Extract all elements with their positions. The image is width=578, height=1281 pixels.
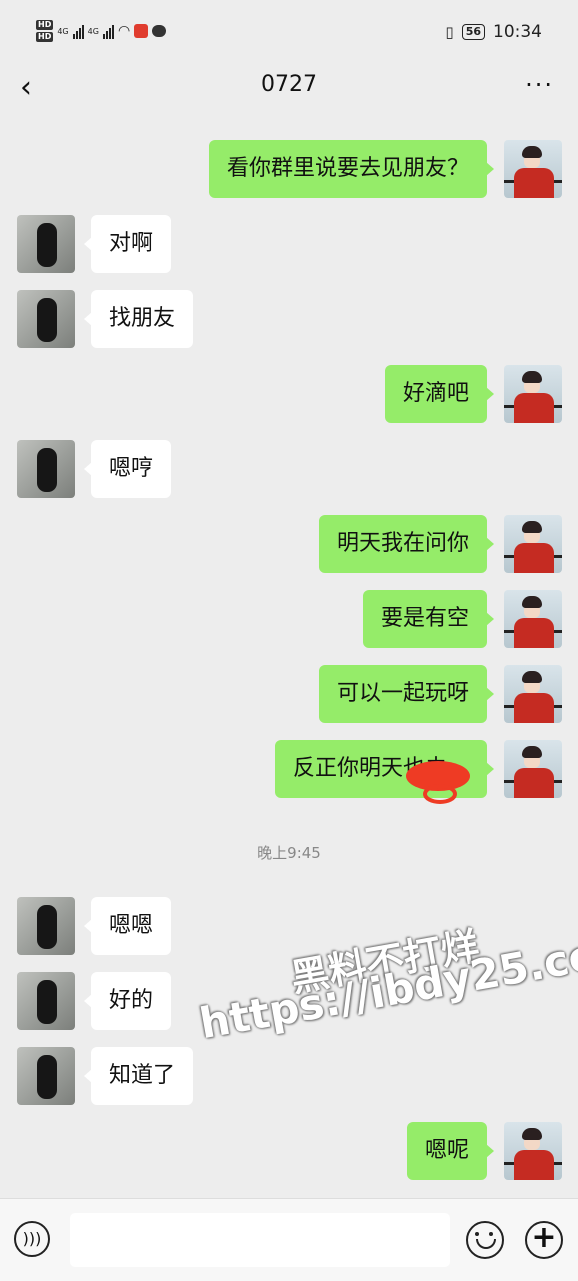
message-bubble[interactable]: 对啊: [83, 215, 172, 273]
message-row: 对啊: [0, 215, 578, 273]
message-row: 好滴吧: [0, 365, 578, 423]
avatar[interactable]: [504, 1122, 562, 1180]
message-bubble[interactable]: 好滴吧: [384, 365, 495, 423]
network-type: 4G: [87, 26, 99, 36]
vibrate-icon: ▯: [445, 23, 454, 41]
message-row: 可以一起玩呀: [0, 665, 578, 723]
clock: 10:34: [493, 22, 542, 42]
message-row: 嗯哼: [0, 440, 578, 498]
input-bar: ))) +: [0, 1198, 578, 1281]
message-row: 看你群里说要去见朋友？: [0, 140, 578, 198]
message-row: 嗯呢: [0, 1122, 578, 1180]
avatar[interactable]: [17, 215, 75, 273]
message-bubble[interactable]: 找朋友: [83, 290, 194, 348]
message-bubble[interactable]: 好的: [83, 972, 172, 1030]
avatar[interactable]: [17, 897, 75, 955]
avatar[interactable]: [504, 740, 562, 798]
message-row: 反正你明天也去: [0, 740, 578, 798]
avatar[interactable]: [17, 440, 75, 498]
message-bubble[interactable]: 嗯哼: [83, 440, 172, 498]
status-bar: HD HD 4G 4G ◠ ▯ 56 10:34: [0, 0, 578, 60]
avatar[interactable]: [17, 1047, 75, 1105]
message-bubble[interactable]: 知道了: [83, 1047, 194, 1105]
avatar[interactable]: [504, 140, 562, 198]
more-options-icon[interactable]: ···: [525, 70, 554, 100]
signal-icon: [72, 23, 84, 39]
avatar[interactable]: [504, 515, 562, 573]
message-bubble[interactable]: 可以一起玩呀: [318, 665, 495, 723]
message-row: 知道了: [0, 1047, 578, 1105]
network-type: 4G: [57, 26, 69, 36]
message-bubble[interactable]: 要是有空: [362, 590, 495, 648]
emoji-icon[interactable]: [466, 1221, 504, 1259]
message-bubble[interactable]: 看你群里说要去见朋友？: [208, 140, 495, 198]
avatar[interactable]: [17, 290, 75, 348]
message-row: 要是有空: [0, 590, 578, 648]
hd-badge: HD: [36, 32, 54, 42]
message-bubble[interactable]: 嗯呢: [406, 1122, 495, 1180]
plus-icon[interactable]: +: [525, 1221, 563, 1259]
voice-input-icon[interactable]: ))): [14, 1221, 50, 1257]
app-notification-icon: [134, 24, 149, 38]
hd-badge: HD: [36, 20, 54, 30]
message-timestamp: 晚上9:45: [257, 844, 321, 862]
message-row: 找朋友: [0, 290, 578, 348]
status-icons-right: ▯ 56 10:34: [445, 22, 542, 42]
avatar[interactable]: [504, 665, 562, 723]
avatar[interactable]: [504, 590, 562, 648]
wifi-icon: ◠: [117, 23, 131, 39]
avatar[interactable]: [504, 365, 562, 423]
avatar[interactable]: [17, 972, 75, 1030]
message-bubble[interactable]: 嗯嗯: [83, 897, 172, 955]
status-icons-left: HD HD 4G 4G ◠: [36, 20, 167, 42]
battery-icon: 56: [461, 24, 485, 40]
message-input[interactable]: [70, 1213, 450, 1267]
chat-notification-icon: [152, 25, 167, 37]
signal-icon: [102, 23, 114, 39]
redaction-scribble: [406, 761, 470, 804]
chat-title: 0727: [261, 72, 317, 97]
message-bubble[interactable]: 明天我在问你: [318, 515, 495, 573]
message-row: 明天我在问你: [0, 515, 578, 573]
chat-header: ‹ 0727 ···: [0, 60, 578, 116]
